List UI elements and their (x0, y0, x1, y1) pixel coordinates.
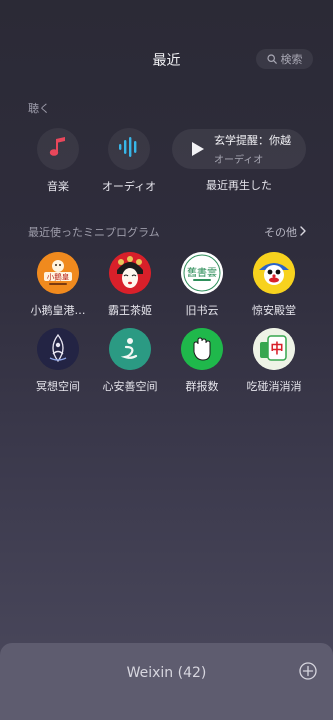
play-icon[interactable] (182, 129, 214, 169)
recent-track-title: 玄学提醒：你越 (214, 134, 291, 147)
search-icon (266, 54, 277, 64)
mini-program-xinan[interactable]: 心安善空间 (97, 328, 163, 394)
cartoon-face-icon (253, 252, 295, 294)
mini-program-meditation[interactable]: 冥想空间 (25, 328, 91, 394)
mahjong-tile-icon: 中 (253, 328, 295, 370)
mini-program-bawang[interactable]: 霸王茶姬 (97, 252, 163, 318)
recent-track-subtitle: オーディオ (214, 155, 264, 166)
audio-label: オーディオ (101, 180, 157, 193)
app-label: 冥想空间 (36, 380, 80, 393)
music-item[interactable]: 音楽 (26, 128, 90, 194)
hand-count-icon (181, 328, 223, 370)
app-label: 群报数 (185, 380, 219, 393)
bottom-bar[interactable]: Weixin (42) (0, 643, 333, 720)
bottom-bar-title: Weixin (42) (126, 665, 207, 681)
music-button[interactable] (37, 128, 79, 170)
opera-face-icon (109, 252, 151, 294)
app-label: 心安善空间 (102, 380, 158, 393)
mini-program-chipeng[interactable]: 中 吃碰消消消 (241, 328, 307, 394)
mini-program-xiao-e[interactable]: 小鵝皇 小鹅皇港… (25, 252, 91, 318)
app-label: 惊安殿堂 (252, 304, 296, 317)
add-icon[interactable] (299, 662, 317, 680)
meditation-icon (37, 328, 79, 370)
more-link[interactable]: その他 (264, 224, 306, 240)
mini-program-jingan[interactable]: 惊安殿堂 (241, 252, 307, 318)
mini-program-qunbaoshu[interactable]: 群报数 (169, 328, 235, 394)
old-books-icon: 舊書雲 (181, 252, 223, 294)
audio-wave-icon (118, 137, 140, 161)
goose-logo-icon: 小鵝皇 (37, 252, 79, 294)
audio-button[interactable] (108, 128, 150, 170)
mind-logo-icon (109, 328, 151, 370)
audio-item[interactable]: オーディオ (97, 128, 161, 194)
music-note-icon (48, 136, 68, 162)
recent-played-label: 最近再生した (206, 179, 272, 192)
app-label: 旧书云 (185, 304, 219, 317)
goose-logo-text: 小鵝皇 (47, 272, 70, 282)
chevron-right-icon (300, 225, 306, 239)
app-label: 小鹅皇港… (30, 304, 86, 317)
old-books-text: 舊書雲 (187, 266, 217, 279)
listen-section-label: 聴く (28, 102, 50, 115)
more-label: その他 (264, 226, 297, 239)
mini-program-jiushuyun[interactable]: 舊書雲 旧书云 (169, 252, 235, 318)
music-label: 音楽 (47, 180, 69, 193)
app-label: 霸王茶姬 (108, 304, 152, 317)
search-button[interactable]: 検索 (256, 49, 313, 69)
recent-playback-card[interactable]: 玄学提醒：你越 オーディオ (172, 129, 306, 169)
search-label: 検索 (280, 53, 303, 66)
mahjong-tile-text: 中 (270, 341, 283, 357)
mini-programs-section-label: 最近使ったミニプログラム (28, 226, 160, 239)
app-label: 吃碰消消消 (246, 380, 302, 393)
